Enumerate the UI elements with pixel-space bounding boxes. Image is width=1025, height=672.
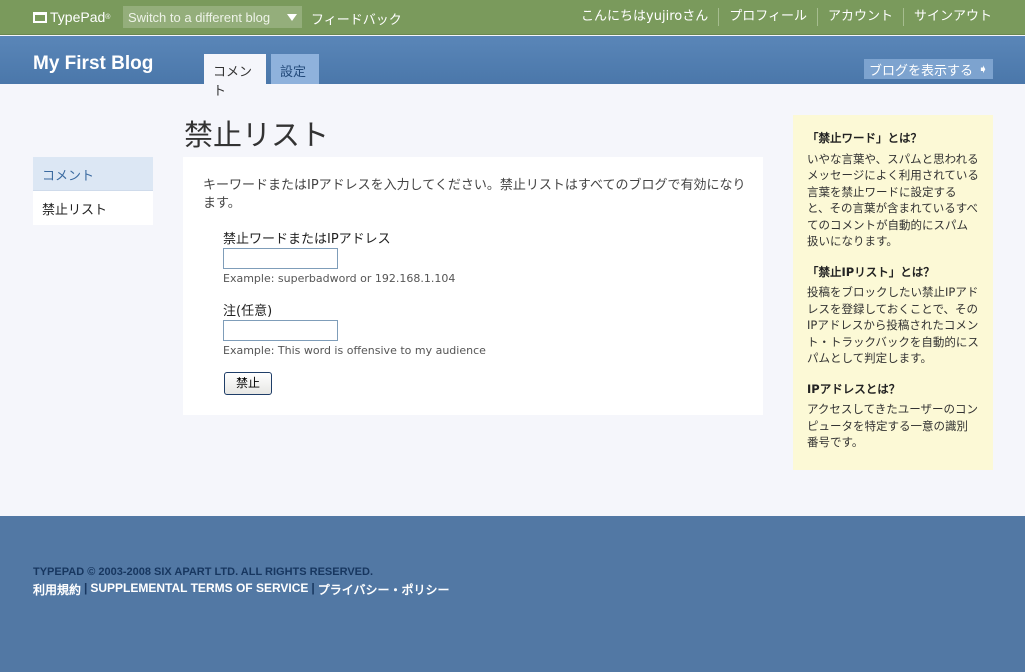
footer-separator: | [311,581,315,595]
logo-text: TypePad [50,9,106,25]
top-bar: TypePad ® Switch to a different blog フィード… [0,0,1025,35]
note-example: Example: This word is offensive to my au… [223,344,486,357]
typepad-logo[interactable]: TypePad ® [33,8,110,26]
banned-word-label: 禁止ワードまたはIPアドレス [223,232,391,247]
feedback-link[interactable]: フィードバック [311,9,402,28]
registered-mark: ® [105,13,111,21]
footer: TYPEPAD © 2003-2008 SIX APART LTD. ALL R… [0,516,1025,672]
view-blog-label: ブログを表示する [869,63,974,79]
supplemental-terms-link[interactable]: SUPPLEMENTAL TERMS OF SERVICE [90,581,308,598]
switch-blog-dropdown[interactable]: Switch to a different blog [123,6,302,28]
help-body-ip-address: アクセスしてきたユーザーのコンピュータを特定する一意の識別番号です。 [807,402,979,449]
help-title-ip-address: IPアドレスとは？ [807,381,901,396]
ban-button[interactable]: 禁止 [224,372,272,395]
sidebar: コメント 禁止リスト [33,157,153,225]
user-nav: こんにちはyujiroさん プロフィール アカウント サインアウト [581,8,992,26]
profile-link[interactable]: プロフィール [718,8,817,26]
tab-comments[interactable]: コメント [204,54,266,99]
note-input[interactable] [223,320,338,341]
signout-link[interactable]: サインアウト [902,8,992,26]
copyright-text: TYPEPAD © 2003-2008 SIX APART LTD. ALL R… [33,566,374,578]
page-title: 禁止リスト [184,118,330,152]
intro-text: キーワードまたはIPアドレスを入力してください。禁止リストはすべてのブログで有効… [203,178,746,211]
view-blog-button[interactable]: ブログを表示する ➧ [864,59,993,79]
help-title-banned-ip: 「禁止IPリスト」とは？ [807,264,935,279]
terms-link[interactable]: 利用規約 [33,581,81,598]
help-title-banned-word: 「禁止ワード」とは？ [807,131,922,145]
tab-settings[interactable]: 設定 [271,54,319,84]
blog-header: My First Blog コメント 設定 ブログを表示する ➧ [0,36,1025,99]
banned-word-input[interactable] [223,248,338,269]
footer-separator: | [84,581,88,595]
arrow-right-icon: ➧ [977,62,988,76]
footer-links: 利用規約 | SUPPLEMENTAL TERMS OF SERVICE | プ… [33,581,450,598]
note-label: 注(任意) [223,304,273,319]
ban-list-form: キーワードまたはIPアドレスを入力してください。禁止リストはすべてのブログで有効… [183,157,763,415]
help-box: 「禁止ワード」とは？ いやな言葉や、スパムと思われるメッセージによく利用されてい… [793,115,993,470]
typepad-logo-icon [33,11,47,23]
help-body-banned-ip: 投稿をブロックしたい禁止IPアドレスを登録しておくことで、そのIPアドレスから投… [807,285,979,365]
sidebar-item-comments[interactable]: コメント [33,157,153,191]
switch-blog-label: Switch to a different blog [128,9,271,25]
banned-word-example: Example: superbadword or 192.168.1.104 [223,272,456,285]
chevron-down-icon [287,13,297,21]
blog-title[interactable]: My First Blog [33,53,153,75]
sidebar-item-ban-list[interactable]: 禁止リスト [33,191,153,225]
account-link[interactable]: アカウント [816,8,903,26]
privacy-policy-link[interactable]: プライバシー・ポリシー [318,581,450,598]
help-body-banned-word: いやな言葉や、スパムと思われるメッセージによく利用されている言葉を禁止ワードに設… [807,151,979,249]
greeting-link[interactable]: こんにちはyujiroさん [581,8,718,26]
